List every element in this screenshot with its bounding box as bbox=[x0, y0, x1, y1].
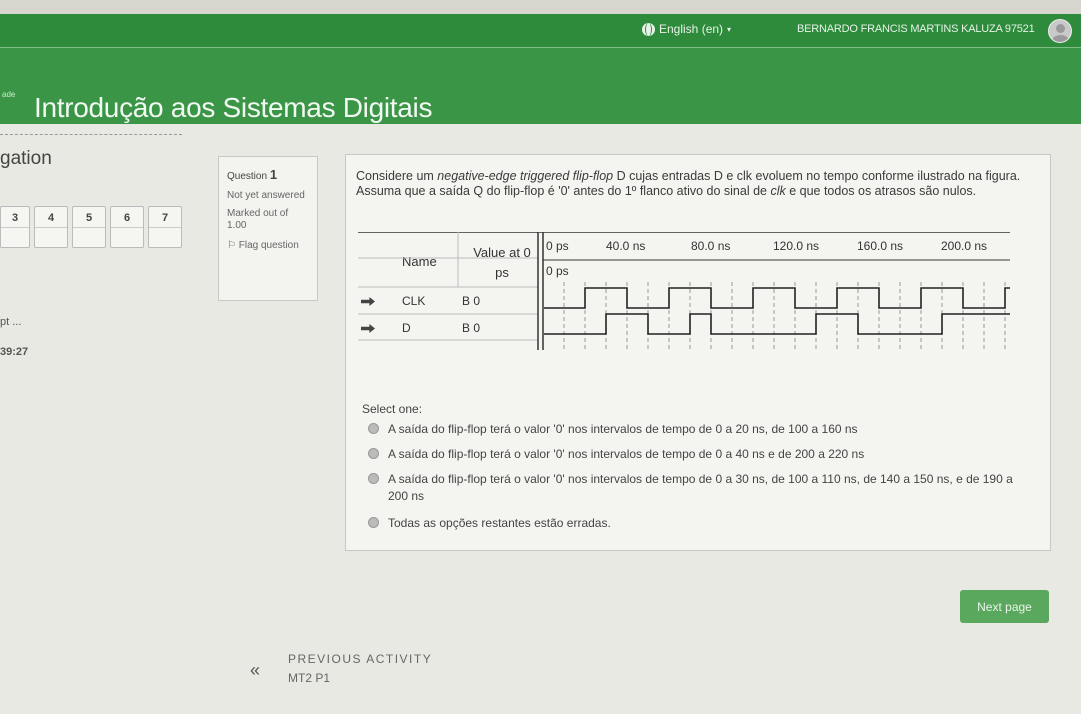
time-label: 0 ps bbox=[546, 239, 569, 253]
question-grade: Marked out of 1.00 bbox=[227, 208, 289, 231]
question-text-emphasis: negative-edge triggered flip-flop bbox=[437, 169, 614, 183]
waveform-figure: Name Value at 0 ps CLK B 0 D B 0 0 ps 40… bbox=[358, 232, 1010, 350]
question-nav-button[interactable]: 7 bbox=[148, 206, 182, 248]
radio-button[interactable] bbox=[368, 473, 379, 484]
double-chevron-left-icon: « bbox=[250, 660, 261, 680]
question-nav-button[interactable]: 3 bbox=[0, 206, 30, 248]
select-one-label: Select one: bbox=[362, 402, 423, 416]
answer-option-label: A saída do flip-flop terá o valor '0' no… bbox=[388, 422, 858, 436]
time-label: 80.0 ns bbox=[691, 239, 731, 253]
question-nav-button[interactable]: 6 bbox=[110, 206, 144, 248]
caret-down-icon: ▾ bbox=[727, 24, 732, 34]
language-label: English (en) bbox=[659, 22, 724, 36]
finish-attempt-link[interactable]: pt ... bbox=[0, 316, 21, 328]
user-name[interactable]: BERNARDO FRANCIS MARTINS KALUZA 97521 bbox=[797, 23, 1035, 35]
previous-activity-name: MT2 P1 bbox=[288, 671, 331, 685]
time-left: 39:27 bbox=[0, 346, 29, 358]
browser-top-strip bbox=[0, 0, 1081, 14]
flag-icon: ⚐ bbox=[227, 240, 236, 251]
question-number: Question 1 bbox=[227, 167, 309, 182]
globe-icon bbox=[642, 22, 655, 36]
divider bbox=[0, 134, 182, 135]
quiz-navigation-buttons: 3 4 5 6 7 bbox=[0, 206, 182, 248]
time-label: 120.0 ns bbox=[773, 239, 820, 253]
answer-option[interactable]: A saída do flip-flop terá o valor '0' no… bbox=[368, 421, 968, 438]
question-state: Not yet answered bbox=[227, 190, 305, 201]
clk-waveform bbox=[544, 287, 1010, 309]
next-page-button[interactable]: Next page bbox=[960, 590, 1049, 623]
radio-button[interactable] bbox=[368, 517, 379, 528]
flag-question-link[interactable]: ⚐ Flag question bbox=[227, 240, 309, 252]
avatar[interactable] bbox=[1048, 19, 1072, 43]
question-text-part: Considere um bbox=[356, 169, 438, 183]
answer-option-label: A saída do flip-flop terá o valor '0' no… bbox=[388, 447, 865, 461]
time-label: 200.0 ns bbox=[941, 239, 988, 253]
question-text-part: e que todos os atrasos são nulos. bbox=[785, 184, 977, 198]
radio-button[interactable] bbox=[368, 423, 379, 434]
cursor-time-label: 0 ps bbox=[546, 264, 569, 278]
quiz-navigation-title: gation bbox=[0, 148, 52, 169]
waveform-graphic bbox=[358, 232, 1010, 350]
question-info: Question 1 Not yet answered Marked out o… bbox=[218, 156, 318, 301]
top-navbar: English (en) ▾ BERNARDO FRANCIS MARTINS … bbox=[0, 14, 1081, 48]
answer-option[interactable]: Todas as opções restantes estão erradas. bbox=[368, 515, 968, 532]
answer-option-label: Todas as opções restantes estão erradas. bbox=[388, 516, 611, 530]
answer-option[interactable]: A saída do flip-flop terá o valor '0' no… bbox=[368, 471, 1023, 505]
header-small-text: ade bbox=[2, 90, 16, 99]
question-number-value: 1 bbox=[269, 167, 278, 182]
course-header: ade Introdução aos Sistemas Digitais bbox=[0, 48, 1081, 124]
course-title[interactable]: Introdução aos Sistemas Digitais bbox=[34, 92, 432, 124]
d-waveform bbox=[544, 313, 1010, 335]
time-label: 40.0 ns bbox=[606, 239, 646, 253]
time-label: 160.0 ns bbox=[857, 239, 904, 253]
answer-option-label: A saída do flip-flop terá o valor '0' no… bbox=[388, 472, 1013, 503]
question-content: Considere um negative-edge triggered fli… bbox=[345, 154, 1051, 551]
flag-label: Flag question bbox=[238, 240, 299, 251]
question-text-emphasis: clk bbox=[770, 184, 786, 198]
radio-button[interactable] bbox=[368, 448, 379, 459]
question-label: Question bbox=[227, 171, 268, 182]
question-nav-button[interactable]: 4 bbox=[34, 206, 68, 248]
answer-option[interactable]: A saída do flip-flop terá o valor '0' no… bbox=[368, 446, 968, 463]
question-nav-button[interactable]: 5 bbox=[72, 206, 106, 248]
question-text: Considere um negative-edge triggered fli… bbox=[356, 169, 1036, 199]
previous-activity-label: PREVIOUS ACTIVITY bbox=[288, 652, 433, 666]
language-menu[interactable]: English (en) ▾ bbox=[642, 22, 731, 36]
